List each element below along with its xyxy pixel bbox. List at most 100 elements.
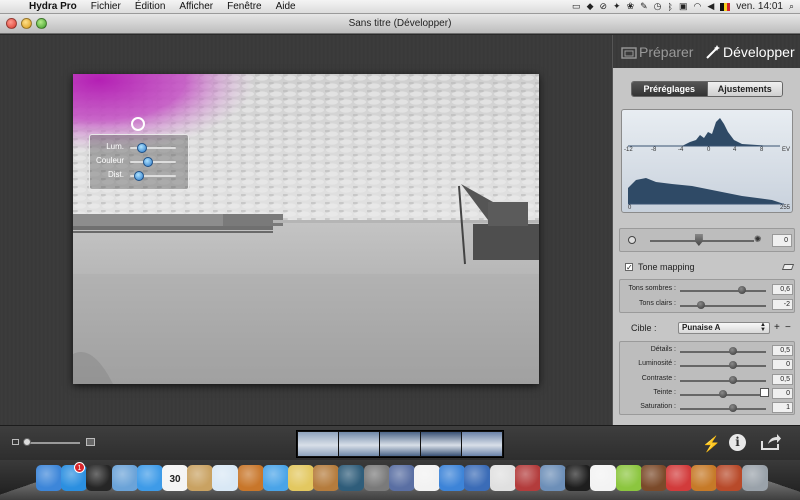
garageband-icon[interactable] (313, 465, 340, 491)
cow-icon[interactable] (590, 465, 617, 491)
dropbox-icon[interactable]: ◆ (587, 1, 594, 12)
time-machine-icon[interactable]: ◷ (654, 1, 662, 12)
slider-knob[interactable] (696, 301, 705, 309)
dashboard-icon[interactable] (86, 465, 113, 491)
share-icon[interactable] (760, 433, 782, 451)
imovie-icon[interactable] (288, 465, 314, 491)
slider-value[interactable]: 1 (772, 402, 793, 414)
eraser-icon[interactable] (781, 264, 795, 270)
pages-icon[interactable] (439, 465, 466, 491)
flag-belgium-icon[interactable] (720, 2, 731, 11)
screenshot-icon[interactable] (363, 465, 390, 491)
trash-icon[interactable] (741, 465, 768, 491)
finder-icon[interactable] (36, 465, 62, 491)
slider-knob[interactable] (737, 286, 746, 294)
popover-slider-knob[interactable] (143, 157, 154, 167)
menu-afficher[interactable]: Afficher (172, 1, 220, 12)
display-icon[interactable]: ▣ (679, 1, 688, 12)
paw-icon[interactable]: ❀ (627, 1, 635, 12)
filmstrip-thumbnail[interactable] (298, 432, 338, 456)
photos-icon[interactable] (237, 465, 264, 491)
slider-knob[interactable] (729, 347, 738, 355)
slider-value[interactable]: 0,5 (772, 345, 793, 356)
textedit-icon[interactable] (414, 465, 440, 491)
slider-track[interactable] (680, 408, 766, 411)
itunes-icon[interactable] (262, 465, 289, 491)
close-window-button[interactable] (6, 18, 17, 29)
calendar-icon[interactable]: 30 (162, 465, 188, 491)
slider-knob[interactable] (729, 361, 738, 370)
iphoto-icon[interactable] (540, 465, 566, 491)
network-icon[interactable] (464, 465, 491, 491)
slider-value[interactable]: 0 (772, 387, 793, 399)
menu-edition[interactable]: Édition (128, 1, 173, 12)
slider-value[interactable]: 0,5 (772, 373, 793, 385)
slider-track[interactable] (680, 351, 766, 353)
filmstrip-thumbnail[interactable] (421, 432, 461, 456)
safari-icon[interactable] (136, 465, 163, 491)
drink-icon[interactable] (615, 465, 642, 491)
zoom-slider-knob[interactable] (23, 438, 31, 446)
slider-value[interactable]: -2 (772, 299, 793, 310)
magnet-icon[interactable] (666, 465, 692, 491)
info-icon[interactable]: i (729, 434, 746, 451)
zoom-window-button[interactable] (36, 18, 47, 29)
tab-prepare[interactable]: Préparer (621, 42, 693, 62)
volume-icon[interactable]: ◀ (707, 1, 714, 12)
xcode-icon[interactable] (388, 465, 415, 491)
slider-track[interactable] (680, 305, 766, 307)
minimize-window-button[interactable] (21, 18, 32, 29)
add-pin-icon[interactable]: + (774, 322, 780, 333)
do-not-disturb-icon[interactable]: ⊘ (599, 1, 607, 12)
time-machine-icon[interactable] (338, 465, 365, 491)
exposure-slider-knob[interactable] (694, 234, 703, 246)
evernote-icon[interactable]: ✎ (640, 1, 648, 12)
exposure-value[interactable]: 0 (772, 234, 792, 247)
lock-icon[interactable] (691, 465, 718, 491)
target-pin-marker[interactable] (131, 117, 145, 131)
slider-track[interactable] (680, 290, 766, 292)
menu-fichier[interactable]: Fichier (84, 1, 128, 12)
zoom-out-icon[interactable] (12, 439, 19, 445)
coffee-icon[interactable] (640, 465, 667, 491)
bolt-icon[interactable]: ⚡ (702, 435, 721, 453)
filmstrip-thumbnail[interactable] (462, 432, 502, 456)
remove-pin-icon[interactable]: − (785, 322, 791, 333)
level-tick: 255 (780, 205, 791, 211)
wifi-icon[interactable]: ◠ (693, 1, 701, 12)
growl-icon[interactable]: ✦ (613, 1, 621, 12)
bluetooth-icon[interactable]: ᛒ (668, 2, 673, 12)
slider-knob[interactable] (729, 375, 738, 384)
notebook-icon[interactable] (187, 465, 214, 491)
zoom-slider-track[interactable] (24, 442, 80, 444)
segment-adjustments[interactable]: Ajustements (706, 82, 782, 96)
slider-track[interactable] (680, 365, 766, 368)
target-select[interactable]: Punaise A ▲ ▼ (678, 322, 770, 334)
slider-knob[interactable] (719, 389, 727, 398)
menu-aide[interactable]: Aide (269, 1, 303, 12)
popover-slider-knob[interactable] (134, 171, 145, 181)
slider-value[interactable]: 0,6 (772, 284, 793, 295)
menu-fenetre[interactable]: Fenêtre (220, 1, 268, 12)
slider-knob[interactable] (729, 404, 738, 413)
reel-icon[interactable] (716, 465, 743, 491)
filmstrip-thumbnail[interactable] (380, 432, 420, 456)
finder-icon[interactable]: ▭ (572, 1, 581, 12)
preview-icon[interactable] (212, 465, 239, 491)
filmstrip-thumbnail[interactable] (339, 432, 379, 456)
mail-icon[interactable] (111, 465, 138, 491)
segment-presets[interactable]: Préréglages (632, 82, 707, 96)
slider-value[interactable]: 0 (772, 359, 793, 371)
terminal-icon[interactable] (565, 465, 592, 491)
zoom-in-icon[interactable] (86, 438, 95, 446)
slider-track[interactable] (680, 379, 766, 382)
popover-slider-knob[interactable] (136, 143, 147, 153)
app-menu[interactable]: Hydra Pro (22, 1, 84, 12)
tint-color-swatch[interactable] (760, 387, 769, 397)
keynote-icon[interactable] (489, 465, 516, 491)
tone-mapping-checkbox[interactable]: ✓ (625, 263, 633, 272)
photo-booth-icon[interactable] (514, 465, 541, 491)
spotlight-icon[interactable]: ⌕ (789, 1, 794, 12)
clock[interactable]: ven. 14:01 (736, 1, 783, 12)
tab-develop[interactable]: Développer (705, 42, 795, 62)
